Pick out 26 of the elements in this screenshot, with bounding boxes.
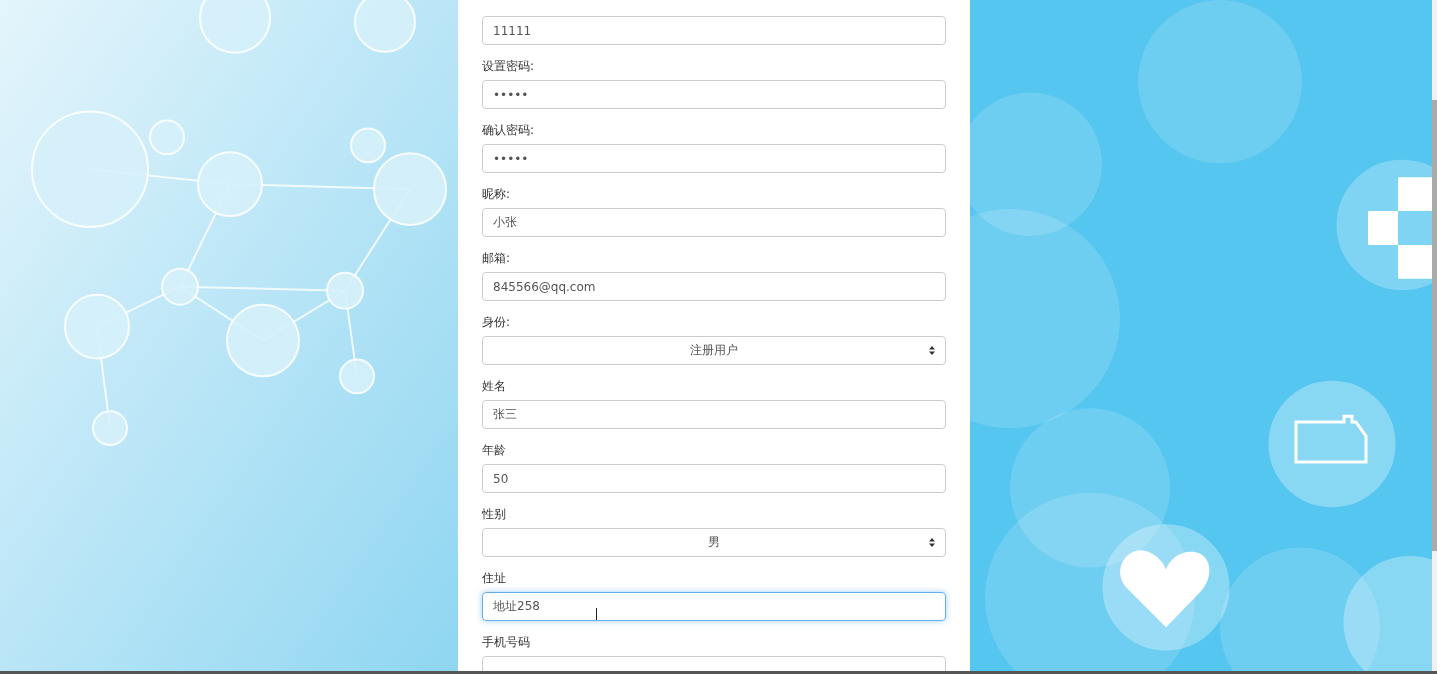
field-label: 住址 (482, 570, 507, 587)
field-label: 身份: (482, 314, 512, 331)
input-field[interactable]: 张三 (482, 400, 946, 429)
field-label: 昵称: (482, 186, 512, 203)
field-label: 邮箱: (482, 250, 512, 267)
input-field[interactable]: 小张 (482, 208, 946, 237)
field-label: 确认密码: (482, 122, 536, 139)
input-field[interactable]: 地址258 (482, 592, 946, 621)
input-field[interactable]: 845566@qq.com (482, 272, 946, 301)
field-label: 性别 (482, 506, 507, 523)
field-label: 姓名 (482, 378, 507, 395)
select-value: 男 (708, 534, 720, 551)
select-field[interactable]: 注册用户 (482, 336, 946, 365)
field-label: 手机号码 (482, 634, 531, 651)
field-label: 年龄 (482, 442, 507, 459)
caret-icon (929, 346, 935, 355)
input-field[interactable]: ••••• (482, 144, 946, 173)
input-field[interactable]: 11111 (482, 16, 946, 45)
scrollbar[interactable] (1432, 0, 1437, 671)
input-field[interactable]: ••••• (482, 80, 946, 109)
input-field[interactable]: 50 (482, 464, 946, 493)
caret-icon (929, 538, 935, 547)
select-value: 注册用户 (690, 342, 738, 359)
select-field[interactable]: 男 (482, 528, 946, 557)
text-cursor-icon (596, 608, 597, 620)
field-label: 设置密码: (482, 58, 536, 75)
